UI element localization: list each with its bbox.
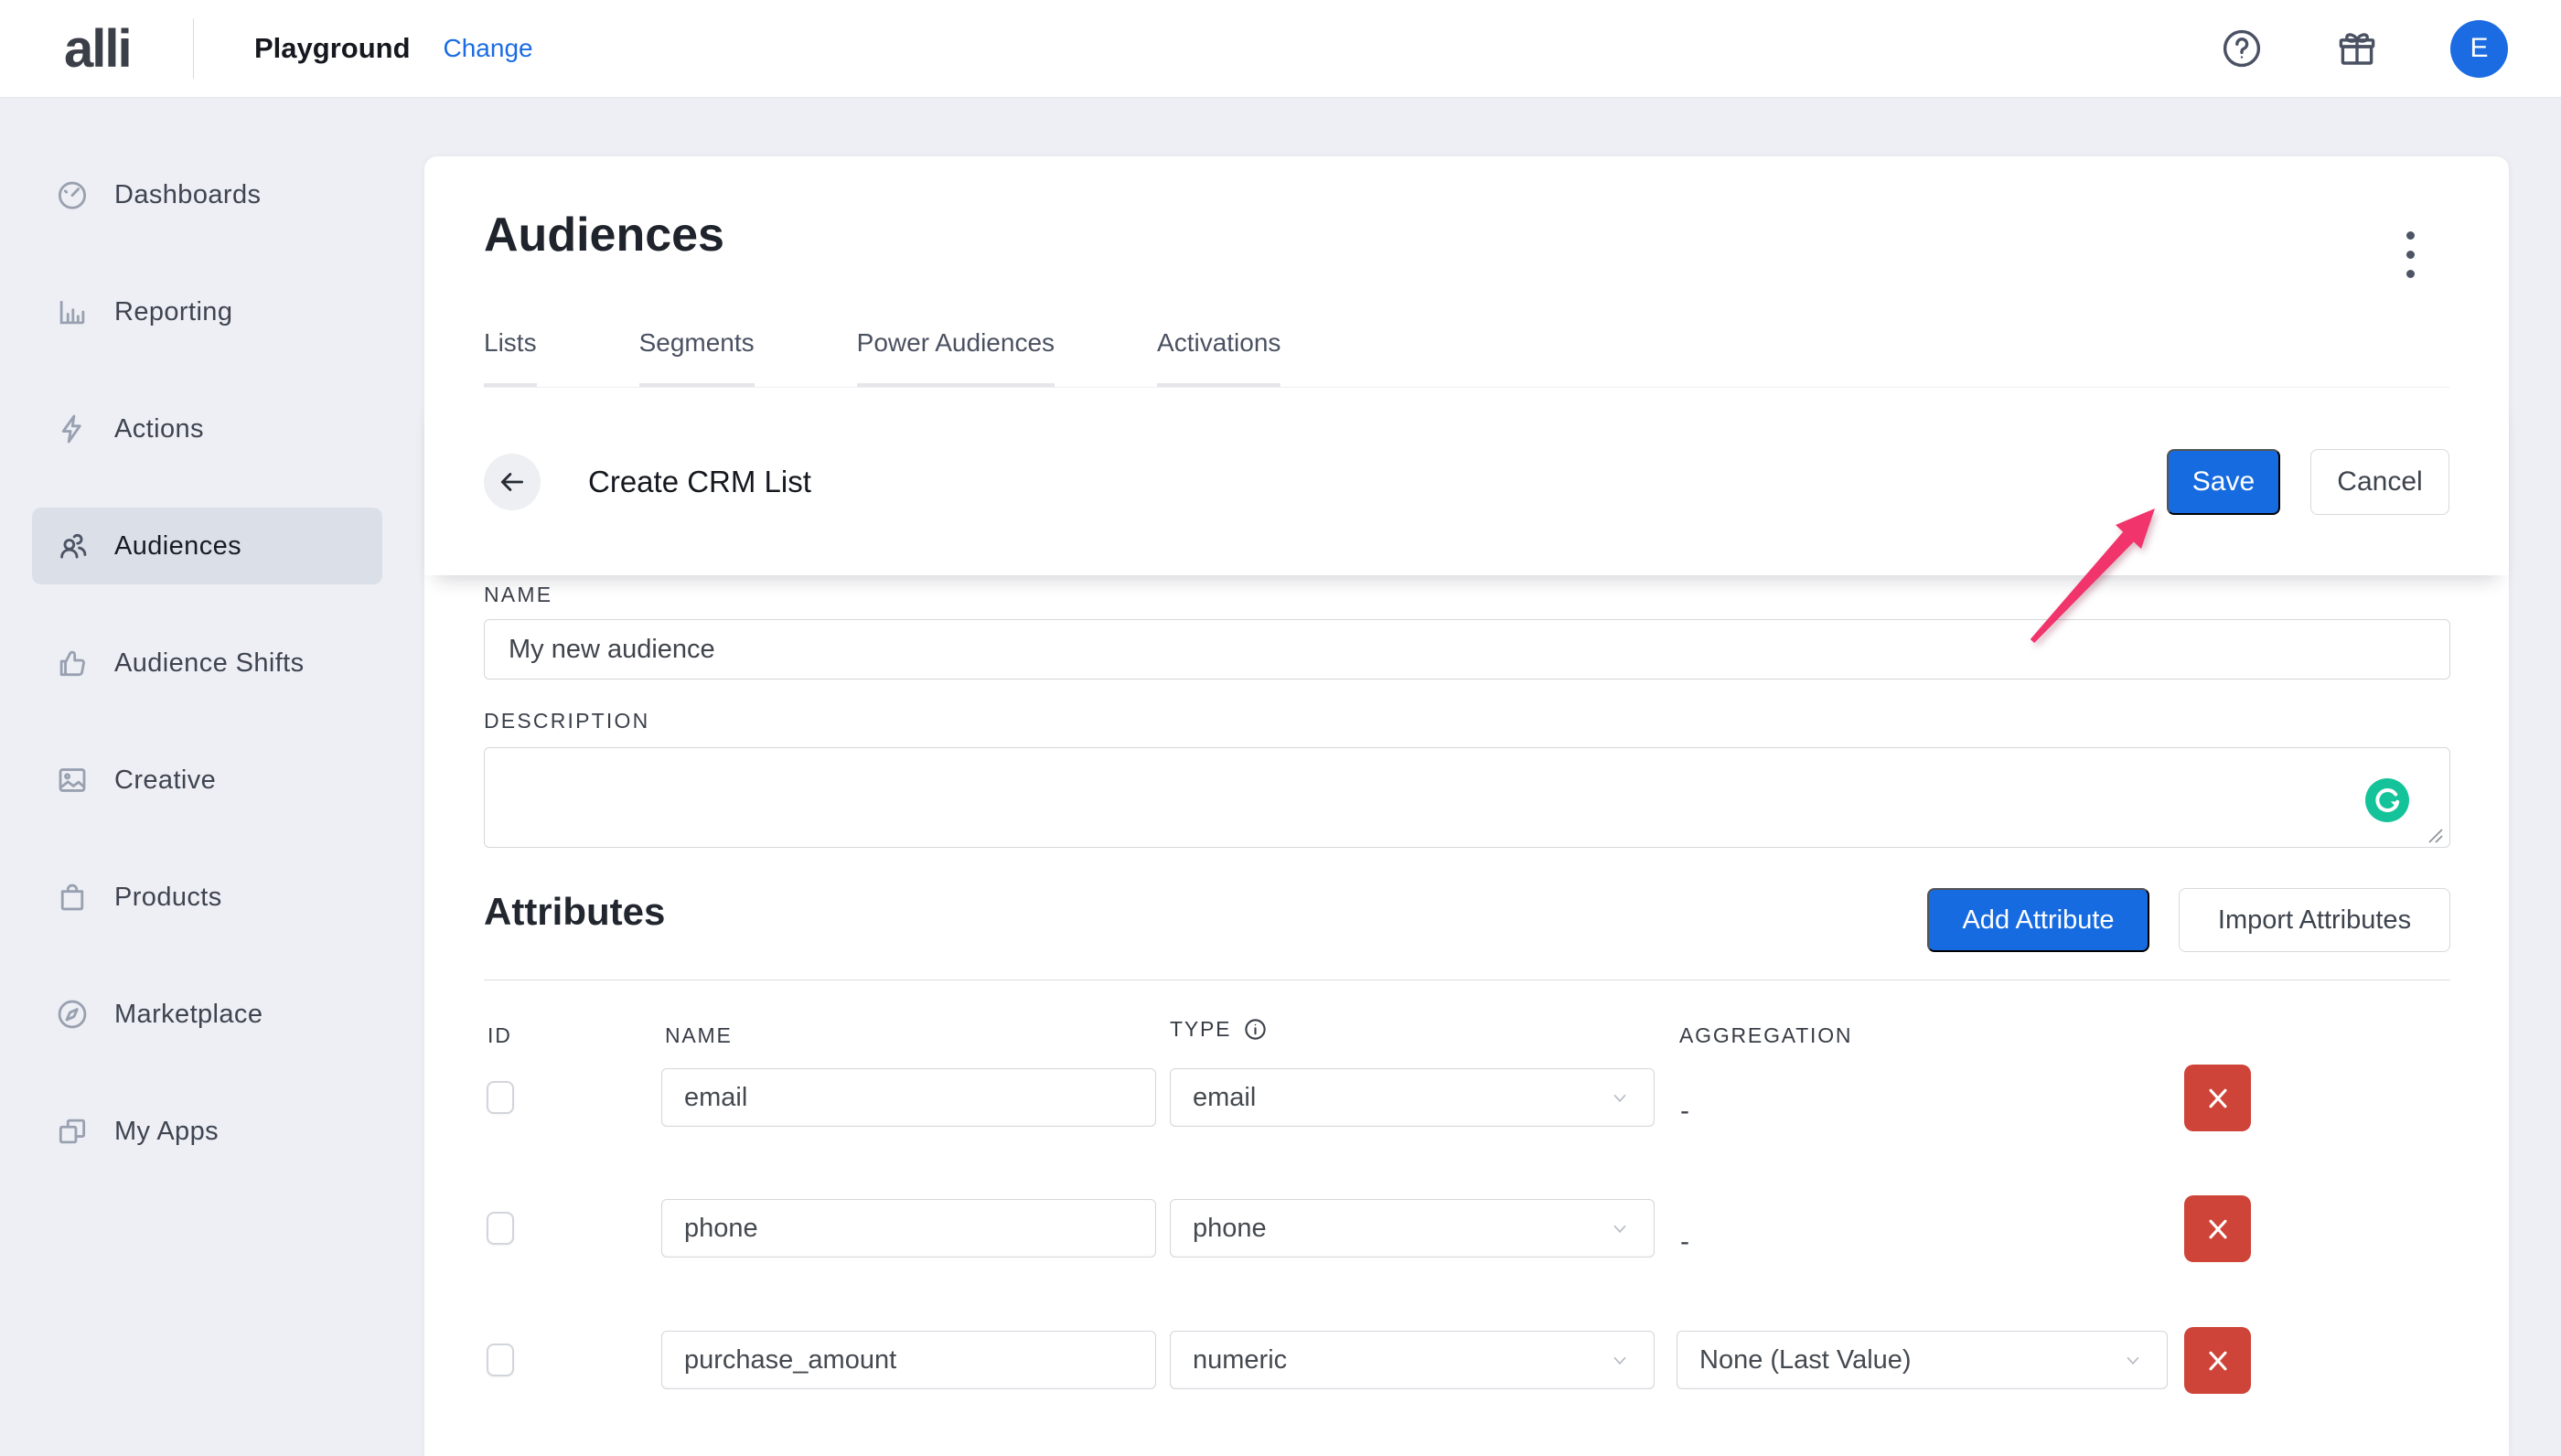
attribute-name-input[interactable] — [661, 1199, 1156, 1258]
attribute-type-value: phone — [1193, 1214, 1267, 1244]
sidebar-item-label: Dashboards — [114, 180, 261, 210]
aggregation-select[interactable]: None (Last Value) — [1677, 1331, 2168, 1389]
row-checkbox[interactable] — [487, 1212, 514, 1245]
column-header-id: ID — [488, 1023, 512, 1048]
arrow-left-icon — [497, 466, 528, 498]
sidebar-item-creative[interactable]: Creative — [32, 742, 382, 819]
aggregation-value: None (Last Value) — [1699, 1345, 1912, 1376]
table-row: phone - — [424, 1195, 2509, 1262]
sidebar-item-reporting[interactable]: Reporting — [32, 273, 382, 350]
import-attributes-button[interactable]: Import Attributes — [2179, 888, 2450, 952]
sidebar-item-label: Audience Shifts — [114, 648, 305, 679]
row-checkbox[interactable] — [487, 1344, 514, 1376]
table-row: email - — [424, 1065, 2509, 1131]
question-circle-icon — [2220, 27, 2264, 70]
back-button[interactable] — [484, 454, 541, 510]
sidebar: Dashboards Reporting Actions Audiences — [0, 98, 412, 1456]
attribute-type-value: numeric — [1193, 1345, 1287, 1376]
chevron-down-icon — [1608, 1216, 1632, 1240]
help-button[interactable] — [2220, 27, 2264, 70]
kebab-menu-button[interactable] — [2390, 222, 2430, 286]
apps-grid-icon — [55, 1114, 90, 1149]
sidebar-item-label: Audiences — [114, 531, 241, 562]
name-label: NAME — [484, 583, 552, 607]
topbar: alli Playground Change E — [0, 0, 2561, 98]
gift-icon — [2335, 27, 2379, 70]
sidebar-item-products[interactable]: Products — [32, 859, 382, 936]
remove-attribute-button[interactable] — [2184, 1327, 2251, 1394]
sidebar-item-audience-shifts[interactable]: Audience Shifts — [32, 625, 382, 701]
column-header-name: NAME — [665, 1023, 733, 1048]
attribute-type-select[interactable]: email — [1170, 1068, 1655, 1127]
sidebar-item-my-apps[interactable]: My Apps — [32, 1093, 382, 1170]
close-icon — [2203, 1084, 2233, 1113]
sidebar-item-label: My Apps — [114, 1117, 219, 1147]
tab-power-audiences[interactable]: Power Audiences — [857, 328, 1055, 387]
remove-attribute-button[interactable] — [2184, 1195, 2251, 1262]
sidebar-item-marketplace[interactable]: Marketplace — [32, 976, 382, 1053]
name-input[interactable] — [484, 619, 2450, 680]
bar-chart-icon — [55, 294, 90, 329]
gauge-icon — [55, 177, 90, 212]
create-crm-toolbar: Create CRM List Save Cancel — [424, 388, 2509, 575]
thumbs-up-icon — [55, 646, 90, 680]
tab-lists[interactable]: Lists — [484, 328, 537, 387]
sidebar-item-label: Products — [114, 883, 222, 913]
description-textarea[interactable] — [484, 747, 2450, 848]
chevron-down-icon — [1608, 1348, 1632, 1372]
column-header-type-label: TYPE — [1170, 1017, 1231, 1042]
description-label: DESCRIPTION — [484, 709, 649, 733]
aggregation-value: - — [1680, 1226, 1689, 1258]
attribute-type-value: email — [1193, 1083, 1256, 1113]
attribute-name-input[interactable] — [661, 1331, 1156, 1389]
info-circle-icon[interactable] — [1243, 1017, 1268, 1042]
sidebar-item-label: Marketplace — [114, 1000, 263, 1030]
remove-attribute-button[interactable] — [2184, 1065, 2251, 1131]
image-icon — [55, 763, 90, 798]
grammarly-icon[interactable] — [2365, 778, 2409, 822]
app-logo: alli — [0, 18, 193, 80]
tab-activations[interactable]: Activations — [1157, 328, 1280, 387]
close-icon — [2203, 1346, 2233, 1376]
audiences-card: Audiences Lists Segments Power Audiences… — [424, 156, 2509, 1456]
avatar[interactable]: E — [2450, 20, 2508, 78]
sidebar-item-dashboards[interactable]: Dashboards — [32, 156, 382, 233]
aggregation-value: - — [1680, 1096, 1689, 1127]
shopping-bag-icon — [55, 880, 90, 915]
attributes-heading: Attributes — [484, 890, 665, 934]
cancel-button[interactable]: Cancel — [2310, 449, 2449, 515]
attribute-name-input[interactable] — [661, 1068, 1156, 1127]
attribute-type-select[interactable]: phone — [1170, 1199, 1655, 1258]
chevron-down-icon — [1608, 1086, 1632, 1109]
page-title: Audiences — [484, 208, 724, 262]
textarea-resize-handle[interactable] — [2426, 826, 2444, 844]
attribute-type-select[interactable]: numeric — [1170, 1331, 1655, 1389]
sidebar-item-label: Creative — [114, 765, 216, 796]
tab-bar: Lists Segments Power Audiences Activatio… — [484, 311, 2449, 388]
compass-icon — [55, 997, 90, 1032]
close-icon — [2203, 1215, 2233, 1244]
workspace-name: Playground — [254, 32, 411, 65]
add-attribute-button[interactable]: Add Attribute — [1927, 888, 2149, 952]
people-icon — [55, 529, 90, 563]
sidebar-item-label: Reporting — [114, 297, 232, 327]
create-crm-list-title: Create CRM List — [588, 465, 811, 499]
tab-segments[interactable]: Segments — [639, 328, 755, 387]
whats-new-button[interactable] — [2335, 27, 2379, 70]
table-row: numeric None (Last Value) — [424, 1327, 2509, 1394]
change-workspace-link[interactable]: Change — [444, 34, 533, 63]
sidebar-item-actions[interactable]: Actions — [32, 391, 382, 467]
lightning-icon — [55, 412, 90, 446]
topbar-divider — [193, 18, 194, 79]
save-button[interactable]: Save — [2167, 449, 2280, 515]
row-checkbox[interactable] — [487, 1081, 514, 1114]
sidebar-item-label: Actions — [114, 414, 204, 444]
sidebar-item-audiences[interactable]: Audiences — [32, 508, 382, 584]
column-header-aggregation: AGGREGATION — [1679, 1023, 1852, 1048]
chevron-down-icon — [2121, 1348, 2145, 1372]
column-header-type: TYPE — [1170, 1017, 1268, 1042]
